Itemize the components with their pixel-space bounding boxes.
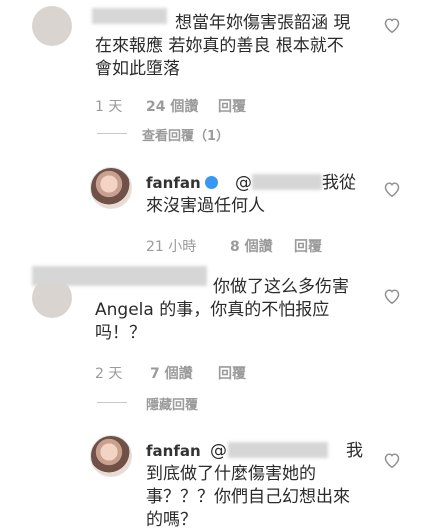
- comment-text: 吗！？: [95, 323, 146, 343]
- like-count[interactable]: 7 個讚: [150, 363, 193, 383]
- mention[interactable]: @: [210, 440, 227, 462]
- like-button[interactable]: [383, 452, 401, 468]
- heart-icon: [384, 289, 400, 304]
- hide-replies-button[interactable]: 隱藏回覆: [146, 394, 198, 413]
- redacted-mention: [252, 174, 322, 190]
- like-count[interactable]: 8 個讚: [230, 236, 273, 256]
- heart-icon: [384, 18, 400, 33]
- reply-button[interactable]: 回覆: [218, 96, 246, 116]
- reply-button[interactable]: 回覆: [218, 363, 246, 383]
- comment-text: 我從: [322, 173, 356, 193]
- comment-text: 我: [346, 441, 363, 461]
- redacted-username: [92, 8, 167, 24]
- like-button[interactable]: [383, 288, 401, 304]
- avatar[interactable]: [90, 167, 132, 209]
- comment-text: 在來報應 若妳真的善良 根本就不: [95, 36, 344, 56]
- username[interactable]: fanfan: [146, 174, 218, 192]
- redacted-mention: [228, 442, 328, 458]
- heart-icon: [384, 453, 400, 468]
- thread-line: [97, 133, 127, 134]
- thread-line: [97, 402, 127, 403]
- reply-button[interactable]: 回覆: [294, 236, 322, 256]
- comment-time: 2 天: [95, 366, 123, 382]
- redacted-username: [32, 266, 207, 286]
- comment-text: 事？？？你們自己幻想出來: [146, 487, 350, 507]
- like-button[interactable]: [383, 181, 401, 197]
- comment-text: 會如此墮落: [95, 59, 180, 79]
- mention[interactable]: @: [235, 172, 252, 194]
- comment-text: 你做了这么多伤害: [213, 277, 349, 297]
- heart-icon: [384, 182, 400, 197]
- verified-badge-icon: [204, 176, 218, 189]
- comment-text: 來沒害過任何人: [146, 196, 265, 216]
- comment-time: 1 天: [95, 99, 123, 115]
- comment-text: Angela 的事，你真的不怕报应: [95, 300, 330, 320]
- like-button[interactable]: [383, 17, 401, 33]
- comment-text: 到底做了什麼傷害她的: [146, 464, 316, 484]
- comment-text: 的嗎？: [146, 510, 197, 530]
- comment-time: 21 小時: [146, 239, 197, 255]
- username[interactable]: fanfan: [146, 442, 201, 460]
- view-replies-button[interactable]: 查看回覆（1）: [142, 125, 229, 144]
- avatar[interactable]: [32, 6, 72, 46]
- comment-text: 想當年妳傷害張韶涵 現: [175, 13, 351, 33]
- avatar[interactable]: [90, 435, 132, 477]
- like-count[interactable]: 24 個讚: [146, 96, 198, 116]
